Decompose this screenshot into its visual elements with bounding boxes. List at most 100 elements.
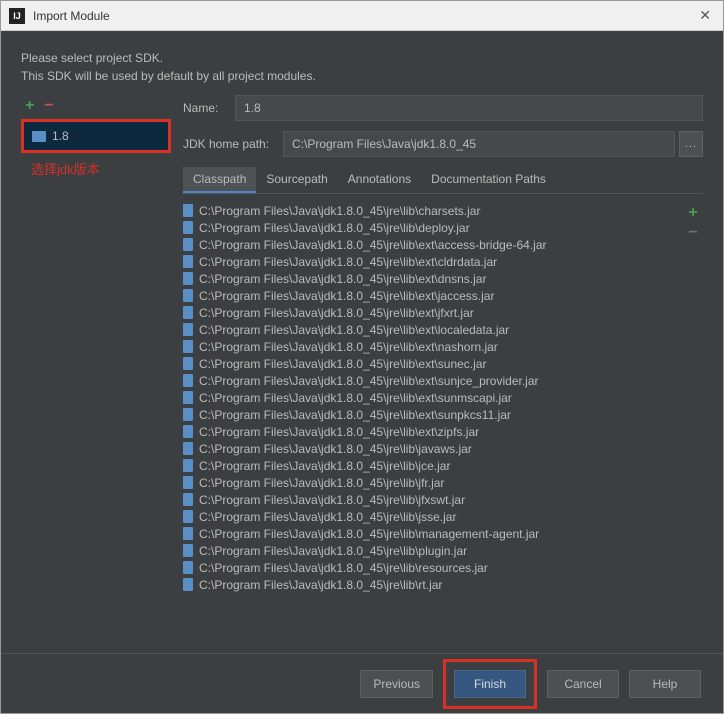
intro-line2: This SDK will be used by default by all … [21, 67, 703, 85]
jar-icon [183, 561, 193, 574]
jar-path: C:\Program Files\Java\jdk1.8.0_45\jre\li… [199, 255, 497, 269]
finish-highlight: Finish [443, 659, 537, 709]
list-item[interactable]: C:\Program Files\Java\jdk1.8.0_45\jre\li… [183, 491, 683, 508]
list-item[interactable]: C:\Program Files\Java\jdk1.8.0_45\jre\li… [183, 457, 683, 474]
jar-icon [183, 476, 193, 489]
jar-path: C:\Program Files\Java\jdk1.8.0_45\jre\li… [199, 527, 539, 541]
jar-icon [183, 357, 193, 370]
list-item[interactable]: C:\Program Files\Java\jdk1.8.0_45\jre\li… [183, 304, 683, 321]
window-title: Import Module [33, 9, 695, 23]
list-item[interactable]: C:\Program Files\Java\jdk1.8.0_45\jre\li… [183, 355, 683, 372]
list-item[interactable]: C:\Program Files\Java\jdk1.8.0_45\jre\li… [183, 321, 683, 338]
jar-icon [183, 340, 193, 353]
jar-icon [183, 238, 193, 251]
add-sdk-icon[interactable]: + [25, 97, 34, 115]
jar-path: C:\Program Files\Java\jdk1.8.0_45\jre\li… [199, 204, 480, 218]
jar-icon [183, 221, 193, 234]
jar-path: C:\Program Files\Java\jdk1.8.0_45\jre\li… [199, 357, 486, 371]
list-item[interactable]: C:\Program Files\Java\jdk1.8.0_45\jre\li… [183, 253, 683, 270]
jar-path: C:\Program Files\Java\jdk1.8.0_45\jre\li… [199, 578, 442, 592]
titlebar: IJ Import Module ✕ [1, 1, 723, 31]
close-icon[interactable]: ✕ [695, 7, 715, 24]
list-item[interactable]: C:\Program Files\Java\jdk1.8.0_45\jre\li… [183, 338, 683, 355]
list-item[interactable]: C:\Program Files\Java\jdk1.8.0_45\jre\li… [183, 202, 683, 219]
jar-path: C:\Program Files\Java\jdk1.8.0_45\jre\li… [199, 238, 546, 252]
list-item[interactable]: C:\Program Files\Java\jdk1.8.0_45\jre\li… [183, 287, 683, 304]
jar-path: C:\Program Files\Java\jdk1.8.0_45\jre\li… [199, 561, 488, 575]
list-item[interactable]: C:\Program Files\Java\jdk1.8.0_45\jre\li… [183, 219, 683, 236]
jar-icon [183, 527, 193, 540]
list-item[interactable]: C:\Program Files\Java\jdk1.8.0_45\jre\li… [183, 474, 683, 491]
sdk-list: 1.8 [21, 119, 171, 153]
jar-icon [183, 255, 193, 268]
jar-path: C:\Program Files\Java\jdk1.8.0_45\jre\li… [199, 374, 539, 388]
jar-icon [183, 442, 193, 455]
folder-icon [32, 131, 46, 142]
list-item[interactable]: C:\Program Files\Java\jdk1.8.0_45\jre\li… [183, 440, 683, 457]
list-item[interactable]: C:\Program Files\Java\jdk1.8.0_45\jre\li… [183, 576, 683, 593]
jar-path: C:\Program Files\Java\jdk1.8.0_45\jre\li… [199, 306, 474, 320]
tab-classpath[interactable]: Classpath [183, 167, 256, 193]
add-classpath-icon[interactable]: + [683, 204, 703, 222]
app-icon: IJ [9, 8, 25, 24]
jar-icon [183, 204, 193, 217]
list-item[interactable]: C:\Program Files\Java\jdk1.8.0_45\jre\li… [183, 559, 683, 576]
intro-text: Please select project SDK. This SDK will… [21, 49, 703, 85]
jar-path: C:\Program Files\Java\jdk1.8.0_45\jre\li… [199, 408, 511, 422]
name-label: Name: [183, 101, 235, 115]
jar-icon [183, 544, 193, 557]
tab-sourcepath[interactable]: Sourcepath [256, 167, 337, 193]
sdk-item-selected[interactable]: 1.8 [24, 122, 168, 150]
jdk-home-input[interactable] [283, 131, 675, 157]
classpath-list[interactable]: C:\Program Files\Java\jdk1.8.0_45\jre\li… [183, 200, 683, 647]
list-item[interactable]: C:\Program Files\Java\jdk1.8.0_45\jre\li… [183, 270, 683, 287]
previous-button[interactable]: Previous [360, 670, 433, 698]
jar-icon [183, 459, 193, 472]
list-item[interactable]: C:\Program Files\Java\jdk1.8.0_45\jre\li… [183, 372, 683, 389]
finish-button[interactable]: Finish [454, 670, 526, 698]
list-item[interactable]: C:\Program Files\Java\jdk1.8.0_45\jre\li… [183, 389, 683, 406]
remove-classpath-icon[interactable]: − [683, 224, 703, 242]
jar-path: C:\Program Files\Java\jdk1.8.0_45\jre\li… [199, 391, 512, 405]
remove-sdk-icon[interactable]: − [44, 97, 53, 115]
jar-icon [183, 425, 193, 438]
list-item[interactable]: C:\Program Files\Java\jdk1.8.0_45\jre\li… [183, 542, 683, 559]
list-item[interactable]: C:\Program Files\Java\jdk1.8.0_45\jre\li… [183, 508, 683, 525]
jar-icon [183, 408, 193, 421]
list-item[interactable]: C:\Program Files\Java\jdk1.8.0_45\jre\li… [183, 423, 683, 440]
jar-icon [183, 323, 193, 336]
help-button[interactable]: Help [629, 670, 701, 698]
classpath-side-controls: + − [683, 200, 703, 647]
jar-path: C:\Program Files\Java\jdk1.8.0_45\jre\li… [199, 544, 467, 558]
list-item[interactable]: C:\Program Files\Java\jdk1.8.0_45\jre\li… [183, 236, 683, 253]
browse-button[interactable]: ... [679, 131, 703, 157]
jar-path: C:\Program Files\Java\jdk1.8.0_45\jre\li… [199, 459, 450, 473]
jar-path: C:\Program Files\Java\jdk1.8.0_45\jre\li… [199, 289, 494, 303]
jar-path: C:\Program Files\Java\jdk1.8.0_45\jre\li… [199, 323, 509, 337]
jar-path: C:\Program Files\Java\jdk1.8.0_45\jre\li… [199, 510, 456, 524]
list-item[interactable]: C:\Program Files\Java\jdk1.8.0_45\jre\li… [183, 406, 683, 423]
tab-annotations[interactable]: Annotations [338, 167, 421, 193]
jar-icon [183, 289, 193, 302]
dialog-footer: Previous Finish Cancel Help [1, 653, 723, 713]
jar-icon [183, 272, 193, 285]
jar-path: C:\Program Files\Java\jdk1.8.0_45\jre\li… [199, 340, 498, 354]
jar-path: C:\Program Files\Java\jdk1.8.0_45\jre\li… [199, 425, 479, 439]
jar-path: C:\Program Files\Java\jdk1.8.0_45\jre\li… [199, 476, 444, 490]
jar-icon [183, 510, 193, 523]
sdk-item-label: 1.8 [52, 129, 69, 143]
jar-icon [183, 391, 193, 404]
jar-path: C:\Program Files\Java\jdk1.8.0_45\jre\li… [199, 221, 470, 235]
annotation-text: 选择jdk版本 [31, 159, 171, 178]
list-item[interactable]: C:\Program Files\Java\jdk1.8.0_45\jre\li… [183, 525, 683, 542]
name-input[interactable] [235, 95, 703, 121]
jar-path: C:\Program Files\Java\jdk1.8.0_45\jre\li… [199, 272, 486, 286]
tab-documentation-paths[interactable]: Documentation Paths [421, 167, 556, 193]
intro-line1: Please select project SDK. [21, 49, 703, 67]
jar-icon [183, 374, 193, 387]
jar-icon [183, 578, 193, 591]
tabs-row: ClasspathSourcepathAnnotationsDocumentat… [183, 167, 703, 194]
jdk-home-label: JDK home path: [183, 137, 283, 151]
cancel-button[interactable]: Cancel [547, 670, 619, 698]
jar-icon [183, 493, 193, 506]
